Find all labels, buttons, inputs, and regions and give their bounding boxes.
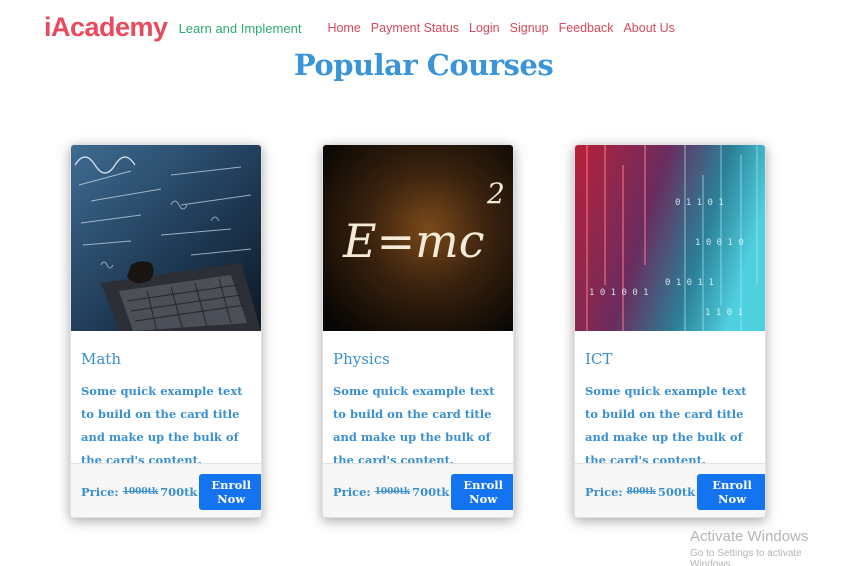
course-image-ict: 0 1 1 0 1 1 0 0 1 0 0 1 0 1 1 1 0 1 0 0 … xyxy=(575,145,765,331)
navbar: iAcademy Learn and Implement Home Paymen… xyxy=(44,10,685,44)
course-card-math: Math Some quick example text to build on… xyxy=(70,144,262,518)
nav-login-link[interactable]: Login xyxy=(469,21,500,35)
svg-text:1 0 1 0 0 1: 1 0 1 0 0 1 xyxy=(589,288,649,298)
page-title: Popular Courses xyxy=(293,48,554,82)
course-description-math: Some quick example text to build on the … xyxy=(81,384,243,467)
price-label: Price: xyxy=(81,484,119,499)
nav-feedback-link[interactable]: Feedback xyxy=(559,21,614,35)
nav-signup-link[interactable]: Signup xyxy=(510,21,549,35)
course-footer-ict: Price: 800tk 500tk Enroll Now xyxy=(575,463,765,517)
activate-windows-watermark: Activate Windows Go to Settings to activ… xyxy=(690,528,847,566)
enroll-button-math[interactable]: Enroll Now xyxy=(199,473,261,510)
price-old-physics: 1000tk xyxy=(374,486,411,497)
course-title-ict: ICT xyxy=(585,350,613,368)
price-new-math: 700tk xyxy=(160,484,198,499)
brand-logo[interactable]: iAcademy xyxy=(44,12,168,43)
price-new-physics: 700tk xyxy=(412,484,450,499)
course-image-math xyxy=(71,145,261,331)
price-label: Price: xyxy=(585,484,623,499)
nav-home-link[interactable]: Home xyxy=(327,21,360,35)
course-description-ict: Some quick example text to build on the … xyxy=(585,384,747,467)
nav-links: Home Payment Status Login Signup Feedbac… xyxy=(327,21,684,35)
course-description-physics: Some quick example text to build on the … xyxy=(333,384,495,467)
brand-tagline: Learn and Implement xyxy=(178,20,302,36)
watermark-title: Activate Windows xyxy=(690,528,809,545)
course-title-physics: Physics xyxy=(333,350,390,368)
course-image-physics: E=mc 2 xyxy=(323,145,513,331)
physics-formula-superscript: 2 xyxy=(486,177,505,210)
physics-formula-text: E=mc xyxy=(342,214,485,268)
price-old-ict: 800tk xyxy=(626,486,656,497)
svg-text:0 1 1 0 1: 0 1 1 0 1 xyxy=(675,198,724,208)
price-label: Price: xyxy=(333,484,371,499)
svg-text:0 1 0 1 1: 0 1 0 1 1 xyxy=(665,278,714,288)
course-footer-math: Price: 1000tk 700tk Enroll Now xyxy=(71,463,261,517)
svg-text:1 0 0 1 0: 1 0 0 1 0 xyxy=(695,238,744,248)
enroll-button-physics[interactable]: Enroll Now xyxy=(451,473,513,510)
course-card-ict: 0 1 1 0 1 1 0 0 1 0 0 1 0 1 1 1 0 1 0 0 … xyxy=(574,144,766,518)
course-title-math: Math xyxy=(81,350,121,368)
course-card-physics: E=mc 2 Physics Some quick example text t… xyxy=(322,144,514,518)
svg-text:1 1 0 1: 1 1 0 1 xyxy=(705,308,743,318)
course-footer-physics: Price: 1000tk 700tk Enroll Now xyxy=(323,463,513,517)
enroll-button-ict[interactable]: Enroll Now xyxy=(697,473,765,510)
watermark-subtitle: Go to Settings to activate Windows. xyxy=(690,548,802,566)
nav-about-us-link[interactable]: About Us xyxy=(623,21,674,35)
nav-payment-status-link[interactable]: Payment Status xyxy=(371,21,459,35)
price-new-ict: 500tk xyxy=(657,484,696,499)
price-old-math: 1000tk xyxy=(122,486,159,497)
